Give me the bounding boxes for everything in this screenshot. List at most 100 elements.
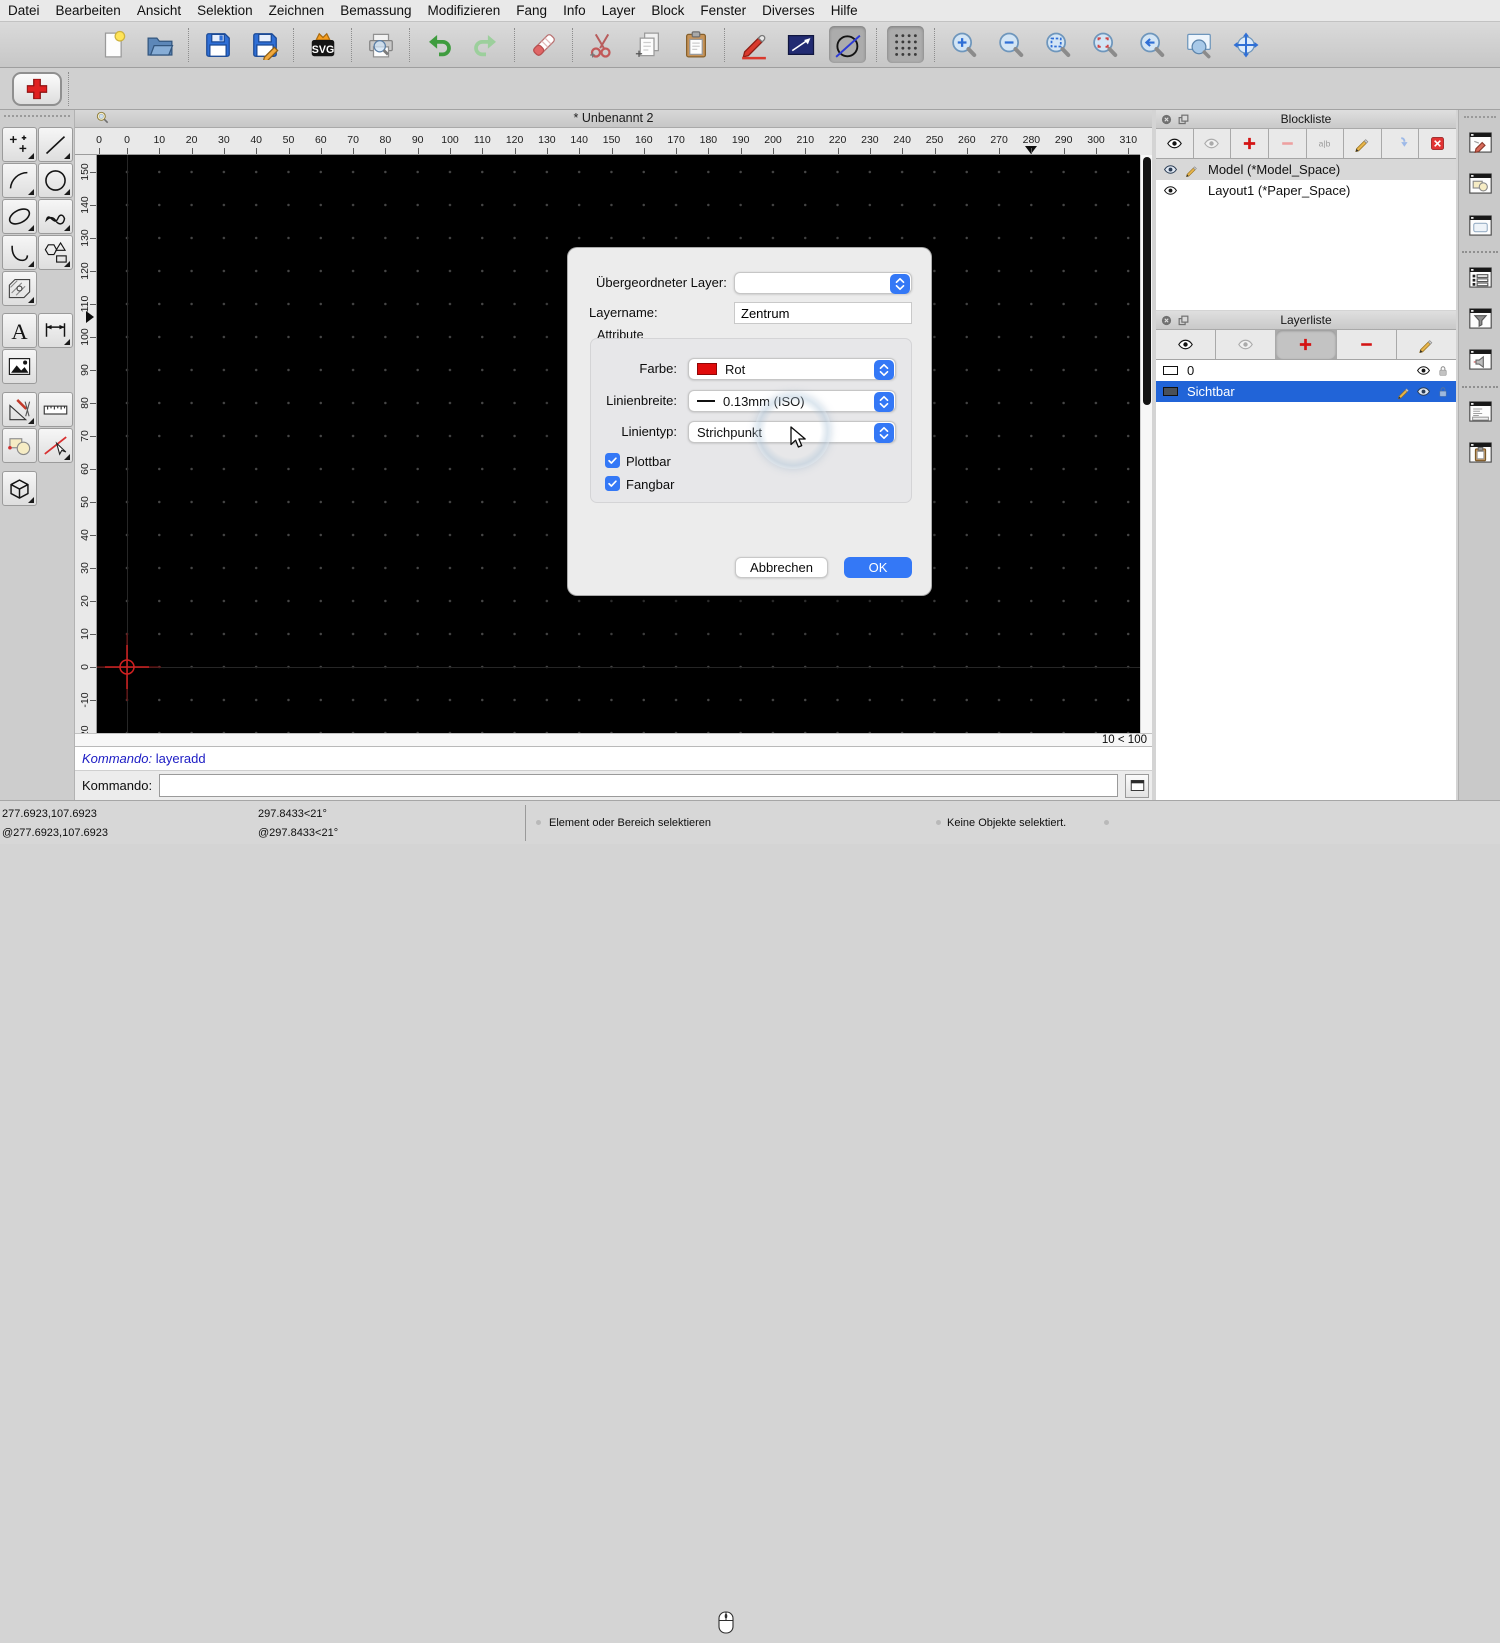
insert-block-button[interactable]: [1381, 129, 1419, 158]
add-layer-button[interactable]: [1276, 330, 1336, 359]
solid-tool-button[interactable]: [2, 471, 37, 506]
remove-layer-button[interactable]: [1336, 330, 1396, 359]
list-window-button[interactable]: [1465, 262, 1495, 292]
spline-tool-button[interactable]: [38, 199, 73, 234]
copy-button[interactable]: [630, 26, 667, 63]
menu-item-fenster[interactable]: Fenster: [692, 0, 754, 21]
layer-row[interactable]: Sichtbar: [1156, 381, 1456, 402]
shapes-window-button[interactable]: [1465, 168, 1495, 198]
zoom-in-button[interactable]: [945, 26, 982, 63]
parent-layer-select[interactable]: [734, 272, 912, 294]
redo-button[interactable]: [467, 26, 504, 63]
cut-button[interactable]: [583, 26, 620, 63]
float-panel-icon[interactable]: [1177, 113, 1190, 126]
layer-row[interactable]: 0: [1156, 360, 1456, 381]
layer-lock-icon[interactable]: [1436, 364, 1450, 378]
paste-button[interactable]: [677, 26, 714, 63]
audio-window-button[interactable]: [1465, 344, 1495, 374]
zoom-previous-button[interactable]: [1133, 26, 1170, 63]
points-tool-button[interactable]: [2, 127, 37, 162]
menu-item-layer[interactable]: Layer: [594, 0, 644, 21]
menu-item-datei[interactable]: Datei: [0, 0, 48, 21]
palette-handle[interactable]: [4, 115, 70, 117]
command-window-button[interactable]: [1465, 396, 1495, 426]
grid-toggle-button[interactable]: [887, 26, 924, 63]
cancel-button[interactable]: Abbrechen: [735, 557, 828, 578]
block-visibility-icon[interactable]: [1163, 162, 1178, 177]
plottable-checkbox[interactable]: [605, 453, 620, 468]
vertical-scrollbar[interactable]: [1140, 155, 1152, 733]
snappable-checkbox[interactable]: [605, 476, 620, 491]
zoom-out-button[interactable]: [992, 26, 1029, 63]
svg-export-button[interactable]: SVG: [304, 26, 341, 63]
add-block-button[interactable]: [1231, 129, 1268, 158]
freeze-all-button[interactable]: [1193, 129, 1231, 158]
hatch-tool-button[interactable]: [2, 271, 37, 306]
defreeze-all-button[interactable]: [1156, 129, 1193, 158]
menu-item-info[interactable]: Info: [555, 0, 594, 21]
circle-tool-button[interactable]: [38, 163, 73, 198]
delete-entities-button[interactable]: [525, 26, 562, 63]
save-file-button[interactable]: [199, 26, 236, 63]
block-row[interactable]: Model (*Model_Space): [1156, 159, 1456, 180]
command-input[interactable]: [159, 774, 1118, 797]
text-tool-button[interactable]: A: [2, 313, 37, 348]
layer-name-input[interactable]: [734, 302, 912, 324]
menu-item-zeichnen[interactable]: Zeichnen: [261, 0, 333, 21]
defreeze-all-button[interactable]: [1156, 330, 1216, 359]
modify-tool-button[interactable]: [2, 392, 37, 427]
trim-tool-button[interactable]: [38, 428, 73, 463]
color-select[interactable]: Rot: [688, 358, 896, 380]
menu-item-block[interactable]: Block: [643, 0, 692, 21]
document-titlebar[interactable]: * Unbenannt 2: [75, 110, 1152, 128]
close-panel-icon[interactable]: [1160, 113, 1173, 126]
layer-lock-icon[interactable]: [1436, 385, 1450, 399]
zoom-window-button[interactable]: [1180, 26, 1217, 63]
new-file-button[interactable]: [94, 26, 131, 63]
pen-window-button[interactable]: [1465, 127, 1495, 157]
open-file-button[interactable]: [141, 26, 178, 63]
menu-item-fang[interactable]: Fang: [508, 0, 555, 21]
zoom-auto-button[interactable]: [1039, 26, 1076, 63]
measure-tool-button[interactable]: [38, 392, 73, 427]
block-visibility-icon[interactable]: [1163, 183, 1178, 198]
polygon-tool-button[interactable]: [38, 235, 73, 270]
ortho-toggle-button[interactable]: [829, 26, 866, 63]
close-panel-icon[interactable]: [1160, 314, 1173, 327]
layer-visibility-icon[interactable]: [1416, 363, 1431, 378]
block-tool-button[interactable]: [2, 428, 37, 463]
edit-block-button[interactable]: [1344, 129, 1381, 158]
save-as-button[interactable]: [246, 26, 283, 63]
menu-item-diverses[interactable]: Diverses: [754, 0, 823, 21]
delete-block-button[interactable]: [1419, 129, 1456, 158]
menu-item-ansicht[interactable]: Ansicht: [129, 0, 189, 21]
line-attributes-button[interactable]: [782, 26, 819, 63]
menu-item-modifizieren[interactable]: Modifizieren: [420, 0, 509, 21]
image-tool-button[interactable]: [2, 349, 37, 384]
menu-item-hilfe[interactable]: Hilfe: [823, 0, 866, 21]
library-window-button[interactable]: [1465, 210, 1495, 240]
menu-item-bearbeiten[interactable]: Bearbeiten: [48, 0, 129, 21]
print-preview-button[interactable]: [362, 26, 399, 63]
add-point-button[interactable]: [12, 72, 62, 106]
remove-block-button[interactable]: [1268, 129, 1306, 158]
ok-button[interactable]: OK: [844, 557, 912, 578]
zoom-selection-button[interactable]: [1086, 26, 1123, 63]
arc-tool-button[interactable]: [2, 163, 37, 198]
ellipse-tool-button[interactable]: [2, 199, 37, 234]
float-panel-icon[interactable]: [1177, 314, 1190, 327]
menu-item-selektion[interactable]: Selektion: [189, 0, 261, 21]
dimension-tool-button[interactable]: [38, 313, 73, 348]
undo-button[interactable]: [420, 26, 457, 63]
zoom-pan-button[interactable]: [1227, 26, 1264, 63]
console-detach-button[interactable]: [1125, 773, 1149, 798]
edit-layer-button[interactable]: [1396, 330, 1456, 359]
layer-visibility-icon[interactable]: [1416, 384, 1431, 399]
scrollbar-thumb[interactable]: [1143, 157, 1151, 405]
clipboard-window-button[interactable]: [1465, 437, 1495, 467]
freeze-all-button[interactable]: [1216, 330, 1276, 359]
dock-handle[interactable]: [1464, 116, 1496, 118]
filter-window-button[interactable]: [1465, 303, 1495, 333]
rename-block-button[interactable]: a|b: [1306, 129, 1344, 158]
edit-attributes-button[interactable]: [735, 26, 772, 63]
